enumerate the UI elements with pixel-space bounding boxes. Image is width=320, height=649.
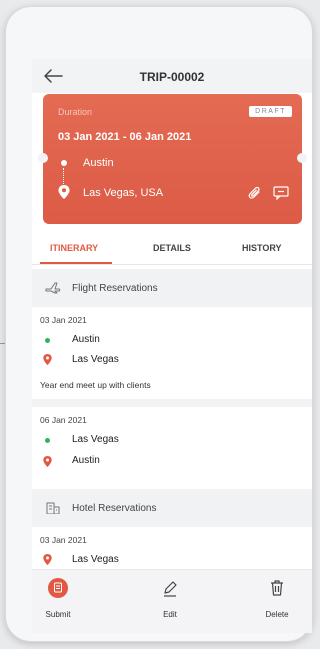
comment-icon[interactable] (273, 186, 289, 200)
trip-summary-card: Duration 03 Jan 2021 - 06 Jan 2021 DRAFT… (38, 94, 307, 224)
tab-history[interactable]: HISTORY (242, 243, 282, 253)
reservation-date: 03 Jan 2021 (40, 535, 87, 545)
delete-button[interactable]: Delete (247, 578, 307, 619)
duration-label: Duration (58, 107, 93, 117)
reservation-note: Year end meet up with clients (40, 380, 151, 390)
status-badge: DRAFT (249, 106, 292, 117)
tab-itinerary[interactable]: ITINERARY (50, 243, 98, 253)
paperclip-icon[interactable] (248, 186, 262, 200)
duration-value: 03 Jan 2021 - 06 Jan 2021 (58, 131, 192, 143)
tab-bar: ITINERARY DETAILS HISTORY (32, 229, 312, 265)
origin-dot-icon (45, 338, 50, 343)
page-title: TRIP-00002 (139, 70, 205, 84)
top-bar: TRIP-00002 (32, 59, 312, 93)
app-screen: TRIP-00002 Duration 03 Jan 2021 - 06 Jan… (32, 59, 312, 633)
flight-reservations-header: Flight Reservations (32, 269, 312, 307)
section-title: Hotel Reservations (72, 503, 157, 514)
hotel-reservations-header: Hotel Reservations (32, 489, 312, 527)
hotel-reservation-card[interactable]: 03 Jan 2021 Las Vegas (32, 527, 312, 569)
origin-dot-icon (61, 160, 67, 166)
origin-dot-icon (45, 438, 50, 443)
destination-city: Austin (72, 455, 100, 466)
flight-reservation-card[interactable]: 03 Jan 2021 Austin Las Vegas Year end me… (32, 307, 312, 399)
location-pin-icon (43, 354, 52, 365)
origin-city: Austin (72, 334, 100, 345)
phone-frame: TRIP-00002 Duration 03 Jan 2021 - 06 Jan… (5, 6, 313, 642)
ticket-notch (297, 153, 307, 163)
pencil-icon (164, 581, 177, 597)
edit-label: Edit (163, 610, 177, 619)
delete-label: Delete (265, 610, 289, 619)
hotel-location: Las Vegas (72, 554, 119, 565)
ticket-notch (38, 153, 48, 163)
edit-button[interactable]: Edit (140, 578, 200, 619)
bottom-action-bar: Submit Edit Delete (32, 569, 312, 633)
location-pin-icon (43, 456, 52, 467)
building-icon (46, 502, 60, 514)
section-title: Flight Reservations (72, 283, 158, 294)
card-separator (32, 399, 312, 407)
flight-reservation-card[interactable]: 06 Jan 2021 Las Vegas Austin (32, 407, 312, 487)
submit-button[interactable]: Submit (32, 578, 88, 619)
route-line (63, 168, 64, 184)
destination-city: Las Vegas (72, 354, 119, 365)
location-pin-icon (43, 554, 52, 565)
tab-details[interactable]: DETAILS (153, 243, 191, 253)
origin-city: Austin (83, 157, 114, 169)
destination-city: Las Vegas, USA (83, 187, 164, 199)
reservation-date: 03 Jan 2021 (40, 315, 87, 325)
submit-label: Submit (45, 610, 71, 619)
airplane-icon (45, 282, 61, 294)
submit-icon (48, 578, 68, 598)
trash-icon (271, 580, 283, 596)
active-tab-indicator (40, 262, 112, 264)
origin-city: Las Vegas (72, 434, 119, 445)
location-pin-icon (58, 185, 70, 199)
reservation-date: 06 Jan 2021 (40, 415, 87, 425)
